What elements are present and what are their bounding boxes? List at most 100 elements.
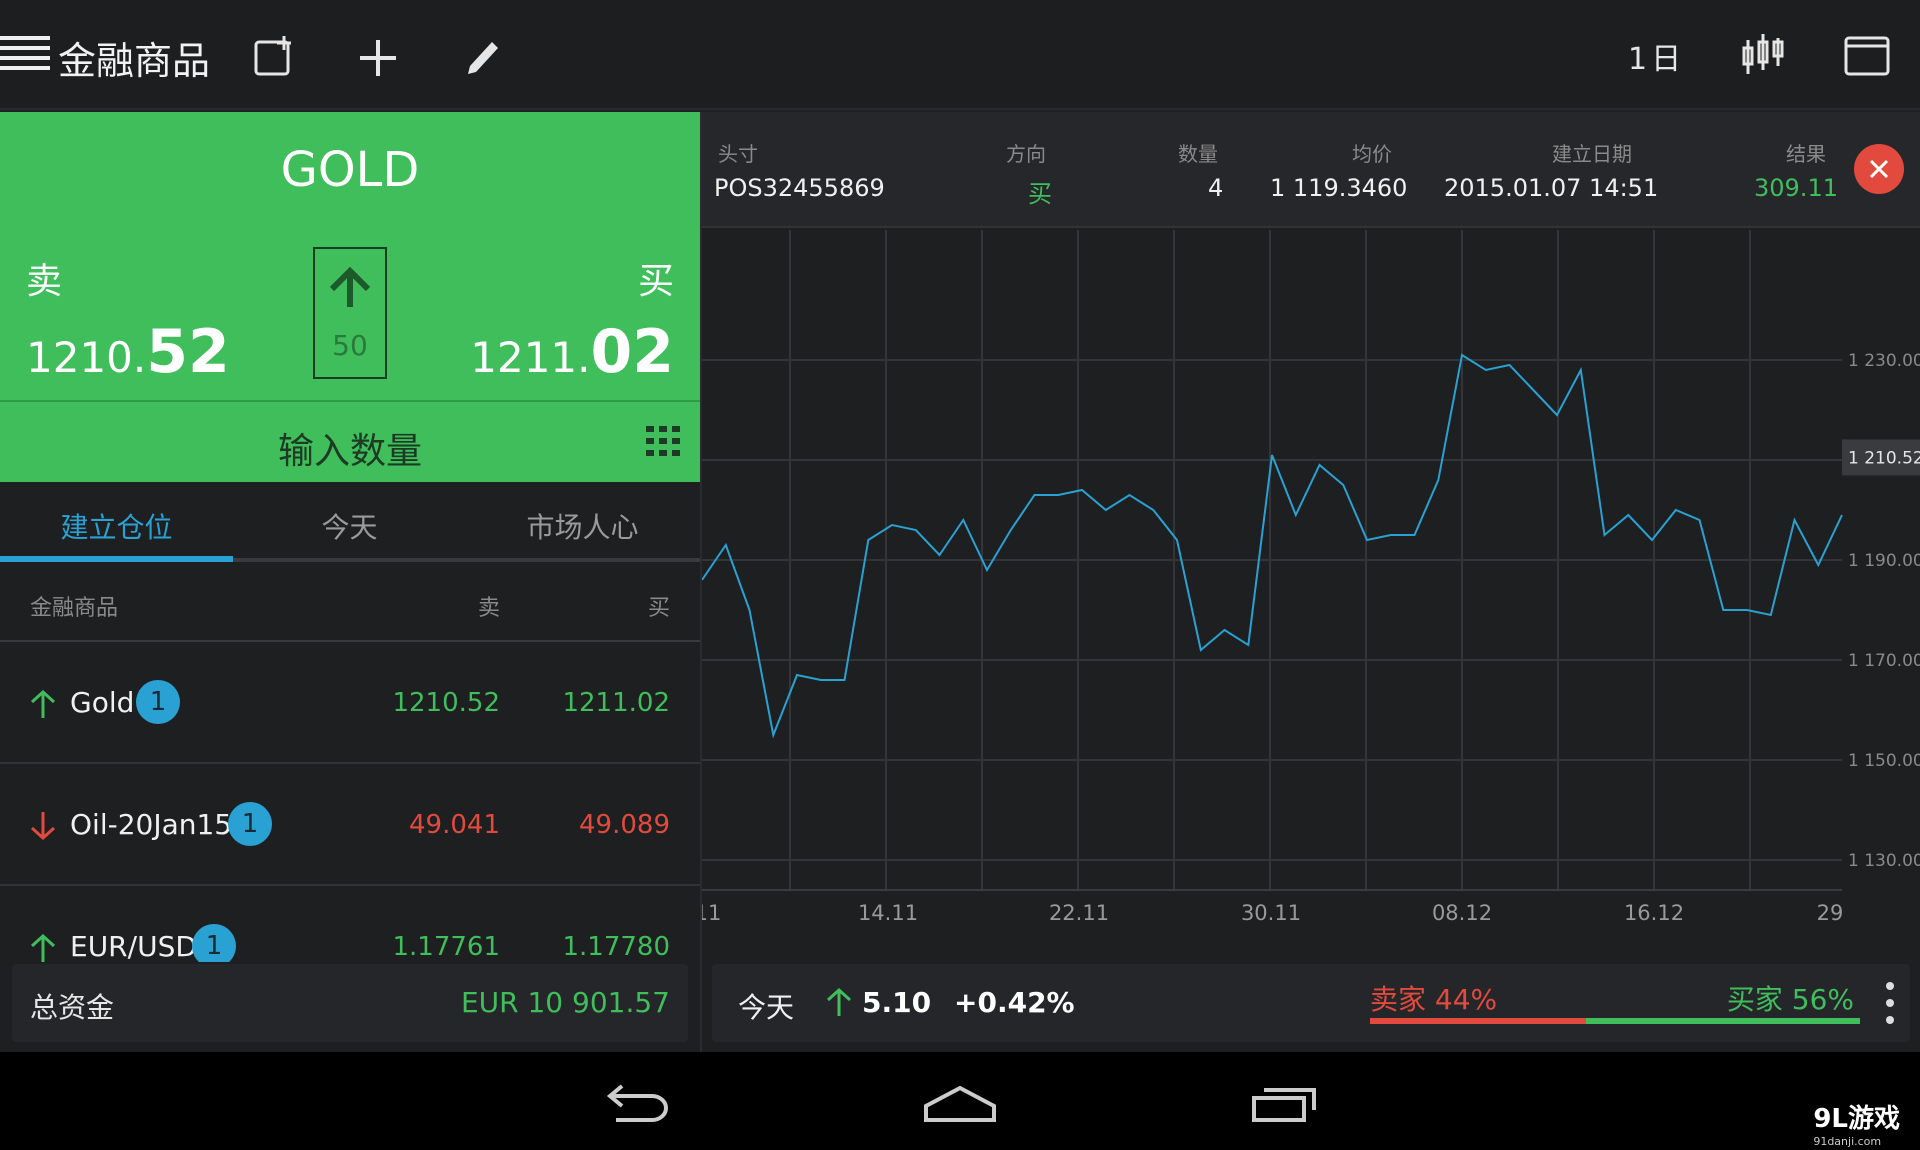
col-sell: 卖 [477,596,500,621]
tab-indicator [0,556,233,562]
quantity-value: 4 [1208,174,1224,202]
buy-price-button[interactable]: 1211.02 [470,317,674,387]
sell-value: 1.17761 [392,932,500,962]
position-id-label: 头寸 [718,142,758,166]
position-count-badge: 1 [228,802,272,846]
buy-label: 买 [637,261,674,302]
instrument-name: Gold [70,686,135,719]
avg-price-value: 1 119.3460 [1270,174,1408,202]
x-tick-label: 22.11 [1049,901,1109,925]
x-tick-label: 16.12 [1624,901,1684,925]
x-tick-label: 14.11 [858,901,918,925]
tab-bar: 建立仓位 今天 市场人心 [0,482,700,562]
period-selector[interactable]: 1日 [1628,34,1685,78]
change-value: 5.10 [862,986,932,1019]
col-instrument: 金融商品 [30,596,119,621]
position-count-badge: 1 [136,680,180,724]
quantity-label: 输入数量 [277,431,422,472]
y-tick-label: 1 130.00 [1848,851,1920,871]
spread-indicator: 50 [313,247,387,379]
sellers-share: 卖家 44% [1370,983,1498,1016]
menu-icon[interactable] [0,34,50,76]
arrow-up-icon [328,266,372,315]
close-icon [1869,159,1889,179]
more-options-icon[interactable] [1884,980,1896,1026]
open-date-value: 2015.01.07 14:51 [1444,174,1659,202]
watermark-url: 91danji.com [1813,1135,1882,1148]
instrument-name: GOLD [280,142,420,198]
sell-price-button[interactable]: 1210.52 [26,317,230,387]
total-funds-value: EUR 10 901.57 [460,986,670,1019]
total-funds: 总资金 EUR 10 901.57 [12,964,688,1042]
position-id: POS32455869 [714,174,885,202]
watermark-brand: 9L游戏 [1813,1104,1900,1134]
window-icon[interactable] [1844,36,1890,76]
arrow-up-icon [30,933,56,962]
buyers-bar [1586,1018,1860,1024]
result-value: 309.11 [1754,174,1838,202]
current-price-label: 1 210.52 [1848,448,1920,468]
x-tick-label: 30.11 [1241,901,1301,925]
instrument-list: Gold 1 1210.52 1211.02 Oil-20Jan15 1 49.… [0,644,700,962]
position-count-badge: 1 [192,924,236,962]
close-position-button[interactable] [1854,144,1904,194]
avg-price-label: 均价 [1352,142,1392,166]
home-icon[interactable] [922,1084,998,1128]
price-series-line [701,353,1843,739]
tab-sentiment[interactable]: 市场人心 [466,506,699,546]
system-nav-bar: 9L游戏 91danji.com [0,1052,1920,1150]
list-header: 金融商品 卖 买 [0,566,700,642]
x-tick-label: 08.12 [1432,901,1492,925]
sell-value: 49.041 [409,810,500,840]
add-page-icon[interactable] [252,34,296,78]
position-details[interactable]: 头寸 方向 数量 均价 建立日期 结果 POS32455869 买 4 1 11… [702,112,1920,228]
buy-value: 49.089 [579,810,670,840]
app-title: 金融商品 [58,39,211,83]
tab-open-positions[interactable]: 建立仓位 [0,506,233,546]
arrow-up-icon [30,689,56,722]
quote-panel: GOLD 卖 买 1210.52 1211.02 50 [0,112,700,400]
result-label: 结果 [1786,142,1826,166]
back-icon[interactable] [600,1084,670,1128]
spread-value: 50 [332,329,368,362]
today-label: 今天 [738,991,795,1024]
buy-price-big: 02 [590,317,675,387]
candlestick-icon[interactable] [1740,32,1786,78]
watermark-logo: 9L游戏 91danji.com [1813,1098,1900,1148]
list-item[interactable]: Gold 1 1210.52 1211.02 [0,644,700,764]
arrow-up-icon [826,987,852,1020]
instrument-name: Oil-20Jan15 [70,808,233,841]
col-buy: 买 [647,596,670,621]
buy-value: 1.17780 [562,932,670,962]
price-chart[interactable]: 1 230.00 1 190.00 1 170.00 1 150.00 1 130.00… [695,230,1920,960]
open-date-label: 建立日期 [1552,142,1632,166]
y-tick-label: 1 150.00 [1848,751,1920,771]
total-funds-label: 总资金 [30,991,115,1024]
x-tick-label: 29 [1817,901,1844,925]
sell-price-big: 52 [146,317,230,387]
plus-icon[interactable] [356,36,400,80]
list-item[interactable]: Oil-20Jan15 1 49.041 49.089 [0,766,700,886]
daily-summary: 今天 5.10 +0.42% 卖家 44% 买家 56% [712,964,1910,1042]
sell-price-main: 1210. [26,333,147,382]
recents-icon[interactable] [1250,1084,1320,1128]
x-tick-label: 11 [702,901,721,925]
sell-value: 1210.52 [392,688,500,718]
quantity-input[interactable]: 输入数量 [0,400,700,482]
arrow-down-icon [30,812,56,844]
sell-label: 卖 [26,261,63,302]
buy-price-main: 1211. [470,333,591,382]
y-tick-label: 1 170.00 [1848,651,1920,671]
keypad-icon[interactable] [646,426,680,460]
pencil-icon[interactable] [460,34,504,78]
instrument-name: EUR/USD [70,930,197,962]
direction-value: 买 [1028,180,1052,208]
buyers-share: 买家 56% [1726,983,1854,1016]
quantity-label: 数量 [1178,142,1218,166]
y-tick-label: 1 190.00 [1848,551,1920,571]
buy-value: 1211.02 [562,688,670,718]
y-tick-label: 1 230.00 [1848,351,1920,371]
direction-label: 方向 [1006,142,1046,166]
list-item[interactable]: EUR/USD 1 1.17761 1.17780 [0,888,700,962]
tab-today[interactable]: 今天 [233,506,466,546]
